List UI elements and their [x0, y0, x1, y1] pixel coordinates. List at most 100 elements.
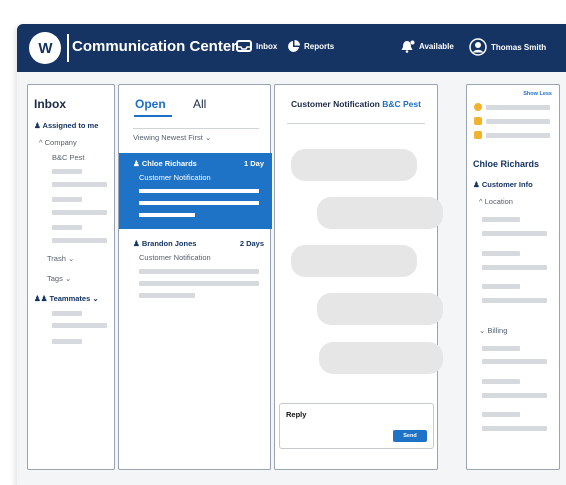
chevron-down-icon: ⌄: [92, 294, 99, 303]
placeholder-bar: [482, 251, 520, 256]
outgoing-message-bubble: [317, 293, 443, 325]
preview-bar: [139, 213, 195, 217]
inbox-title: Inbox: [34, 97, 66, 111]
reply-box[interactable]: Reply Send: [279, 403, 434, 449]
availability-label: Available: [419, 42, 454, 51]
outgoing-message-bubble: [317, 197, 443, 229]
calendar-icon: [474, 117, 482, 125]
nav-reports-label: Reports: [304, 42, 335, 51]
contact-name: ♟ Brandon Jones: [133, 239, 197, 248]
placeholder-bar: [52, 311, 82, 316]
placeholder-bar: [52, 197, 82, 202]
placeholder-bar: [482, 379, 520, 384]
company-toggle[interactable]: ^ Company: [39, 138, 77, 147]
placeholder-bar: [52, 238, 107, 243]
placeholder-bar: [486, 105, 550, 110]
chevron-up-icon: ^: [39, 138, 43, 147]
contact-name: ♟ Chloe Richards: [133, 159, 197, 168]
nav-inbox[interactable]: Inbox: [236, 40, 277, 52]
billing-toggle[interactable]: ⌄ Billing: [479, 326, 507, 335]
nav-inbox-label: Inbox: [256, 41, 278, 51]
incoming-message-bubble: [291, 245, 417, 277]
coin-icon: [474, 103, 482, 111]
user-avatar-icon: [469, 38, 487, 56]
placeholder-bar: [482, 412, 520, 417]
conversation-subject: Customer Notification: [139, 173, 211, 182]
chevron-down-icon: ⌄: [68, 254, 75, 263]
conversation-age: 2 Days: [239, 239, 264, 248]
placeholder-bar: [482, 298, 547, 303]
location-toggle[interactable]: ^ Location: [479, 197, 513, 206]
bell-icon: [401, 40, 415, 53]
tab-all[interactable]: All: [193, 97, 206, 111]
inbox-icon: [236, 40, 252, 52]
sort-dropdown[interactable]: Viewing Newest First ⌄: [133, 133, 211, 142]
contact-details-panel: Show Less Chloe Richards ♟ Customer Info…: [466, 84, 560, 470]
preview-bar: [139, 189, 259, 193]
preview-bar: [139, 293, 195, 298]
conversation-age: 1 Day: [243, 159, 264, 168]
preview-bar: [139, 269, 259, 274]
placeholder-bar: [482, 231, 547, 236]
person-icon: ♟: [133, 239, 140, 248]
chevron-up-icon: ^: [479, 197, 483, 206]
placeholder-bar: [482, 265, 547, 270]
chat-bubble-icon: [474, 131, 482, 139]
placeholder-bar: [482, 393, 547, 398]
person-icon: ♟: [133, 159, 140, 168]
placeholder-bar: [52, 339, 82, 344]
reply-label: Reply: [286, 410, 307, 419]
user-name: Thomas Smith: [491, 42, 547, 52]
placeholder-bar: [52, 182, 107, 187]
app-window: W Communication Center Inbox Reports Ava: [17, 24, 566, 485]
placeholder-bar: [482, 284, 520, 289]
tags-folder[interactable]: Tags ⌄: [47, 274, 71, 283]
chat-panel: Customer Notification B&C Pest Reply Sen…: [274, 84, 443, 470]
nav-reports[interactable]: Reports: [287, 40, 334, 53]
chevron-down-icon: ⌄: [479, 326, 486, 335]
placeholder-bar: [52, 210, 107, 215]
conversation-item[interactable]: ♟ Brandon Jones 2 Days Customer Notifica…: [119, 235, 272, 305]
divider: [287, 123, 425, 124]
placeholder-bar: [52, 169, 82, 174]
placeholder-bar: [482, 426, 547, 431]
placeholder-bar: [52, 225, 82, 230]
conversation-item[interactable]: ♟ Chloe Richards 1 Day Customer Notifica…: [119, 153, 272, 229]
chat-header: Customer Notification B&C Pest: [291, 99, 421, 109]
teammates-toggle[interactable]: ♟♟ Teammates ⌄: [34, 294, 99, 303]
contact-name: Chloe Richards: [473, 159, 540, 169]
logo-text: W: [38, 39, 52, 57]
logo-divider: [67, 34, 69, 62]
show-less-link[interactable]: Show Less: [523, 91, 552, 97]
company-item[interactable]: B&C Pest: [52, 153, 85, 162]
availability-toggle[interactable]: Available: [401, 40, 454, 53]
preview-bar: [139, 281, 259, 286]
people-icon: ♟♟: [34, 294, 48, 303]
placeholder-bar: [486, 119, 550, 124]
chat-company: B&C Pest: [382, 99, 421, 109]
customer-info-toggle[interactable]: ♟ Customer Info: [473, 180, 533, 189]
preview-bar: [139, 201, 259, 205]
conversation-list: Open All Viewing Newest First ⌄ ♟ Chloe …: [118, 84, 272, 470]
placeholder-bar: [482, 346, 520, 351]
person-icon: ♟: [34, 121, 41, 130]
conversation-subject: Customer Notification: [139, 253, 211, 262]
placeholder-bar: [52, 323, 107, 328]
send-button[interactable]: Send: [393, 430, 427, 442]
incoming-message-bubble: [291, 149, 417, 181]
divider: [133, 128, 259, 129]
person-icon: ♟: [473, 180, 480, 189]
user-menu[interactable]: Thomas Smith: [469, 38, 546, 56]
placeholder-bar: [486, 133, 550, 138]
tab-open[interactable]: Open: [135, 97, 166, 111]
top-bar: W Communication Center Inbox Reports Ava: [17, 24, 566, 72]
active-tab-indicator: [134, 115, 172, 117]
assigned-to-me[interactable]: ♟ Assigned to me: [34, 121, 98, 130]
chevron-down-icon: ⌄: [64, 274, 72, 283]
app-title: Communication Center: [72, 38, 238, 55]
chevron-down-icon: ⌄: [204, 133, 212, 142]
placeholder-bar: [482, 359, 547, 364]
outgoing-message-bubble: [319, 342, 443, 374]
inbox-sidebar: Inbox ♟ Assigned to me ^ Company B&C Pes…: [27, 84, 115, 470]
trash-folder[interactable]: Trash ⌄: [47, 254, 74, 263]
